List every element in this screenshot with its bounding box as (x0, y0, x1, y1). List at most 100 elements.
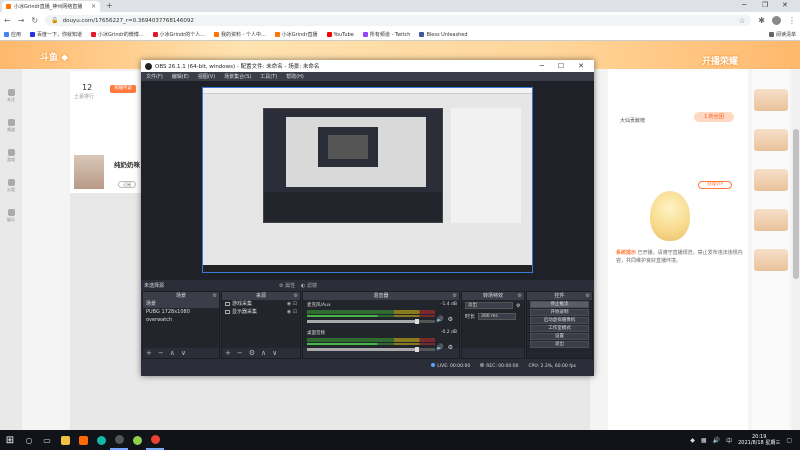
scene-item[interactable]: PUBG 1728x1080 (143, 308, 219, 316)
visibility-eye-icon[interactable]: ◉ ⊡ (287, 300, 300, 308)
rail-item[interactable]: 游戏 (3, 149, 19, 167)
speaker-icon[interactable]: 🔊 (436, 344, 443, 351)
tray-volume-icon[interactable]: 🔊 (713, 437, 720, 444)
tray-network-icon[interactable]: ▦ (701, 437, 707, 444)
new-tab-button[interactable]: + (106, 1, 113, 10)
obs-menu-item[interactable]: 文件(F) (146, 73, 163, 80)
dock-settings-icon[interactable]: ⚙ (213, 292, 217, 300)
track-settings-icon[interactable]: ⚙ (448, 316, 453, 323)
page-scrollbar[interactable] (792, 69, 800, 430)
bookmark-item[interactable]: 所有频道 - Twitch (362, 31, 410, 38)
close-tab-icon[interactable]: × (91, 3, 96, 10)
speaker-icon[interactable]: 🔊 (436, 316, 443, 323)
volume-slider[interactable] (307, 319, 435, 324)
app-icon-teal[interactable] (92, 430, 110, 450)
control-button[interactable]: 工作室模式 (530, 325, 589, 332)
preview-canvas[interactable] (202, 87, 533, 273)
dock-settings-icon[interactable]: ⚙ (518, 292, 522, 300)
bookmark-item[interactable]: 我的资料 - 个人中... (214, 31, 266, 38)
source-item[interactable]: 显示器采集 ◉ ⊡ (222, 308, 300, 316)
move-down-icon[interactable]: ∨ (181, 349, 186, 357)
bookmark-item[interactable]: Bless Unleashed (419, 32, 468, 38)
address-bar[interactable]: 🔒 douyu.com/17656227_r=0.369403776814609… (45, 15, 752, 26)
scene-item[interactable]: 场景 (143, 300, 219, 308)
slider-knob[interactable] (414, 347, 419, 352)
douyu-logo[interactable]: 斗鱼 ◆ (40, 50, 68, 63)
back-icon[interactable]: ← (4, 16, 11, 25)
bookmark-item[interactable]: 百度一下，你就知道 (30, 31, 82, 38)
profile-avatar[interactable] (772, 16, 781, 25)
promo-item[interactable] (754, 209, 788, 231)
promo-item[interactable] (754, 169, 788, 191)
file-explorer-icon[interactable] (56, 430, 74, 450)
transition-select[interactable]: 淡出 (465, 302, 513, 309)
tray-shield-icon[interactable]: ◆ (690, 437, 695, 444)
move-up-icon[interactable]: ∧ (170, 349, 175, 357)
bookmark-item[interactable]: 小冰Grindr的个人... (152, 31, 205, 38)
scene-item[interactable]: overwatch (143, 316, 219, 324)
control-button[interactable]: 启动虚拟摄像机 (530, 317, 589, 324)
search-icon[interactable]: ○ (20, 430, 38, 450)
obs-menu-item[interactable]: 工具(T) (260, 73, 277, 80)
obs-close-icon[interactable]: ✕ (578, 62, 584, 70)
subscribe-button[interactable]: 订阅 (118, 181, 136, 188)
obs-minimize-icon[interactable]: ─ (540, 62, 544, 70)
bookmark-star-icon[interactable]: ☆ (739, 17, 745, 25)
scrollbar-thumb[interactable] (793, 129, 799, 279)
dock-settings-icon[interactable]: ⚙ (453, 292, 457, 300)
windows-start-icon[interactable]: ⊞ (0, 430, 20, 450)
obs-taskbar-icon[interactable] (110, 430, 128, 450)
bookmark-item[interactable]: 应用 (4, 31, 21, 38)
task-view-icon[interactable]: ▭ (38, 430, 56, 450)
obs-titlebar[interactable]: OBS 26.1.1 (64-bit, windows) - 配置文件: 未命名… (141, 60, 594, 72)
visibility-eye-icon[interactable]: ◉ ⊡ (287, 308, 300, 316)
forward-icon[interactable]: → (18, 16, 25, 25)
chrome-taskbar-icon[interactable] (146, 430, 164, 450)
reload-icon[interactable]: ↻ (31, 16, 38, 25)
rail-item[interactable]: 娱乐 (3, 209, 19, 227)
obs-menu-item[interactable]: 编辑(E) (172, 73, 189, 80)
control-button[interactable]: 开始录制 (530, 309, 589, 316)
bookmark-item[interactable]: YouTube (326, 32, 354, 38)
promo-item[interactable] (754, 89, 788, 111)
remove-source-icon[interactable]: − (237, 349, 243, 357)
bookmark-item[interactable]: 小冰Grindr直播 (274, 31, 318, 38)
dock-settings-icon[interactable]: ⚙ (586, 292, 590, 300)
transition-add-icon[interactable]: ⚙ (516, 303, 520, 309)
browser-tab[interactable]: 小冰Grindr直播_神州网络直播 × (2, 1, 100, 12)
bookmark-item[interactable]: 小冰Grindr的微博... (91, 31, 144, 38)
room-tag[interactable]: 荣耀传说 (110, 85, 136, 93)
control-button[interactable]: 设置 (530, 333, 589, 340)
remove-scene-icon[interactable]: − (158, 349, 164, 357)
volume-slider[interactable] (307, 347, 435, 352)
vip-button[interactable]: 办理VIP (698, 181, 732, 189)
rail-item[interactable]: 分类 (3, 179, 19, 197)
move-down-icon[interactable]: ∨ (272, 349, 277, 357)
dock-settings-icon[interactable]: ⚙ (294, 292, 298, 300)
clock[interactable]: 20:19 2021/8/18 星期三 (738, 434, 780, 446)
slider-knob[interactable] (414, 319, 419, 324)
obs-menu-item[interactable]: 视图(V) (198, 73, 215, 80)
notification-icon[interactable]: ▢ (786, 437, 792, 444)
minimize-icon[interactable]: ─ (742, 1, 746, 9)
tray-lang[interactable]: 中 (726, 436, 732, 445)
source-item[interactable]: 游戏采集 ◉ ⊡ (222, 300, 300, 308)
duration-input[interactable]: 300 ms (478, 313, 517, 320)
add-source-icon[interactable]: + (225, 349, 231, 357)
track-settings-icon[interactable]: ⚙ (448, 344, 453, 351)
add-scene-icon[interactable]: + (146, 349, 152, 357)
promo-item[interactable] (754, 249, 788, 271)
app-icon-green[interactable] (128, 430, 146, 450)
move-up-icon[interactable]: ∧ (261, 349, 266, 357)
rail-item[interactable]: 关注 (3, 89, 19, 107)
control-button[interactable]: 停止推流 (530, 301, 589, 308)
properties-button[interactable]: ⚙ 属性 (279, 282, 295, 289)
extension-icon[interactable]: ✱ (758, 16, 765, 25)
promo-item[interactable] (754, 129, 788, 151)
maximize-icon[interactable]: ❐ (762, 1, 768, 9)
close-window-icon[interactable]: ✕ (782, 1, 788, 9)
rail-item[interactable]: 频道 (3, 119, 19, 137)
source-settings-icon[interactable]: ⚙ (249, 349, 255, 357)
reading-list[interactable]: 阅读清单 (768, 31, 796, 38)
control-button[interactable]: 退出 (530, 341, 589, 348)
